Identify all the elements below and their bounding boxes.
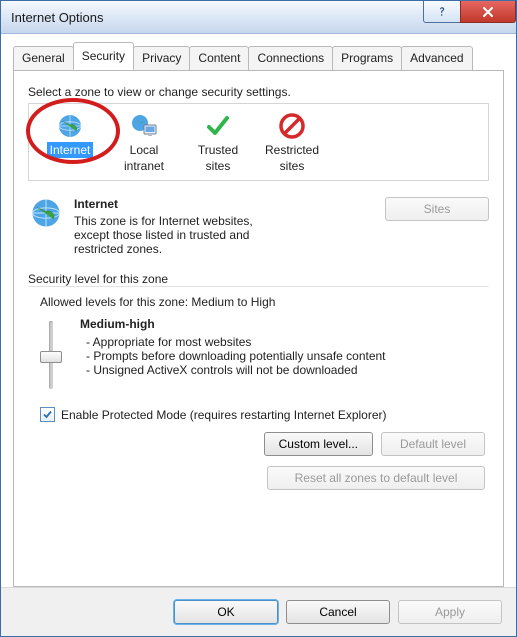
tab-content[interactable]: Content bbox=[189, 46, 249, 71]
zone-label: Internet bbox=[47, 142, 94, 158]
custom-level-button[interactable]: Custom level... bbox=[264, 432, 373, 456]
titlebar: Internet Options bbox=[1, 1, 516, 34]
zone-label-line2: sites bbox=[203, 158, 234, 174]
level-row: Medium-high - Appropriate for most websi… bbox=[40, 317, 489, 389]
tab-programs[interactable]: Programs bbox=[332, 46, 402, 71]
zone-desc-line: except those listed in trusted and bbox=[74, 228, 375, 242]
close-icon bbox=[482, 6, 494, 18]
dialog-button-row: OK Cancel Apply bbox=[1, 587, 516, 636]
tab-label: Content bbox=[198, 51, 240, 65]
dialog-body: General Security Privacy Content Connect… bbox=[1, 34, 516, 587]
zone-label-line1: Trusted bbox=[195, 142, 241, 158]
zone-name: Internet bbox=[74, 197, 375, 211]
tab-label: Programs bbox=[341, 51, 393, 65]
allowed-levels: Allowed levels for this zone: Medium to … bbox=[40, 295, 489, 309]
button-label: Default level bbox=[400, 437, 466, 451]
level-name: Medium-high bbox=[80, 317, 386, 331]
zone-internet[interactable]: Internet bbox=[35, 112, 105, 174]
cancel-button[interactable]: Cancel bbox=[286, 600, 390, 624]
level-buttons: Custom level... Default level bbox=[28, 432, 485, 456]
button-label: Reset all zones to default level bbox=[295, 471, 458, 485]
globe-icon bbox=[57, 113, 83, 139]
zone-desc-line: This zone is for Internet websites, bbox=[74, 214, 375, 228]
check-green-icon bbox=[205, 113, 231, 139]
reset-all-zones-button[interactable]: Reset all zones to default level bbox=[267, 466, 485, 490]
security-level-slider[interactable] bbox=[40, 321, 62, 389]
zone-description-text: Internet This zone is for Internet websi… bbox=[74, 197, 375, 256]
selected-zone-icon-slot bbox=[28, 197, 64, 229]
ok-button[interactable]: OK bbox=[174, 600, 278, 624]
security-tab-panel: Select a zone to view or change security… bbox=[13, 70, 504, 587]
slider-track bbox=[49, 321, 53, 389]
zone-desc-line: restricted zones. bbox=[74, 242, 375, 256]
divider bbox=[28, 286, 489, 287]
level-bullet: - Prompts before downloading potentially… bbox=[86, 349, 386, 363]
help-icon bbox=[436, 6, 448, 18]
zone-label-line2: sites bbox=[277, 158, 308, 174]
internet-options-dialog: Internet Options General Security Privac… bbox=[0, 0, 517, 637]
protected-mode-label: Enable Protected Mode (requires restarti… bbox=[61, 408, 387, 422]
reset-row: Reset all zones to default level bbox=[28, 466, 485, 490]
zone-label-line2: intranet bbox=[121, 158, 167, 174]
security-level-label: Security level for this zone bbox=[28, 272, 489, 286]
default-level-button[interactable]: Default level bbox=[381, 432, 485, 456]
tab-label: General bbox=[22, 51, 65, 65]
tab-connections[interactable]: Connections bbox=[248, 46, 333, 71]
tab-advanced[interactable]: Advanced bbox=[401, 46, 472, 71]
tab-label: Security bbox=[82, 49, 125, 63]
button-label: OK bbox=[217, 605, 234, 619]
tab-label: Advanced bbox=[410, 51, 463, 65]
button-label: Sites bbox=[424, 202, 451, 216]
zone-instruction: Select a zone to view or change security… bbox=[28, 85, 489, 99]
tab-strip: General Security Privacy Content Connect… bbox=[13, 42, 504, 70]
close-button[interactable] bbox=[460, 1, 516, 23]
button-label: Apply bbox=[435, 605, 465, 619]
tab-label: Connections bbox=[257, 51, 324, 65]
slider-thumb[interactable] bbox=[40, 351, 62, 363]
security-level-group: Security level for this zone Allowed lev… bbox=[28, 272, 489, 490]
selected-zone-description: Internet This zone is for Internet websi… bbox=[28, 197, 489, 256]
tab-general[interactable]: General bbox=[13, 46, 74, 71]
globe-icon bbox=[30, 197, 62, 229]
window-controls bbox=[423, 1, 516, 33]
tab-label: Privacy bbox=[142, 51, 181, 65]
level-description: Medium-high - Appropriate for most websi… bbox=[80, 317, 386, 389]
level-bullet: - Unsigned ActiveX controls will not be … bbox=[86, 363, 386, 377]
globe-monitor-icon bbox=[130, 113, 158, 139]
sites-button[interactable]: Sites bbox=[385, 197, 489, 221]
apply-button[interactable]: Apply bbox=[398, 600, 502, 624]
level-bullet: - Appropriate for most websites bbox=[86, 335, 386, 349]
tab-security[interactable]: Security bbox=[73, 42, 134, 70]
protected-mode-row: Enable Protected Mode (requires restarti… bbox=[40, 407, 489, 422]
protected-mode-checkbox[interactable] bbox=[40, 407, 55, 422]
zone-trusted-sites[interactable]: Trusted sites bbox=[183, 112, 253, 174]
zone-restricted-sites[interactable]: Restricted sites bbox=[257, 112, 327, 174]
window-title: Internet Options bbox=[11, 10, 104, 25]
tab-privacy[interactable]: Privacy bbox=[133, 46, 190, 71]
zone-list: Internet Local intranet bbox=[28, 103, 489, 181]
checkmark-icon bbox=[42, 409, 53, 420]
help-button[interactable] bbox=[423, 1, 461, 23]
zone-local-intranet[interactable]: Local intranet bbox=[109, 112, 179, 174]
button-label: Cancel bbox=[319, 605, 356, 619]
zone-label-line1: Local bbox=[127, 142, 162, 158]
button-label: Custom level... bbox=[279, 437, 358, 451]
no-entry-icon bbox=[279, 113, 305, 139]
zone-label-line1: Restricted bbox=[262, 142, 322, 158]
